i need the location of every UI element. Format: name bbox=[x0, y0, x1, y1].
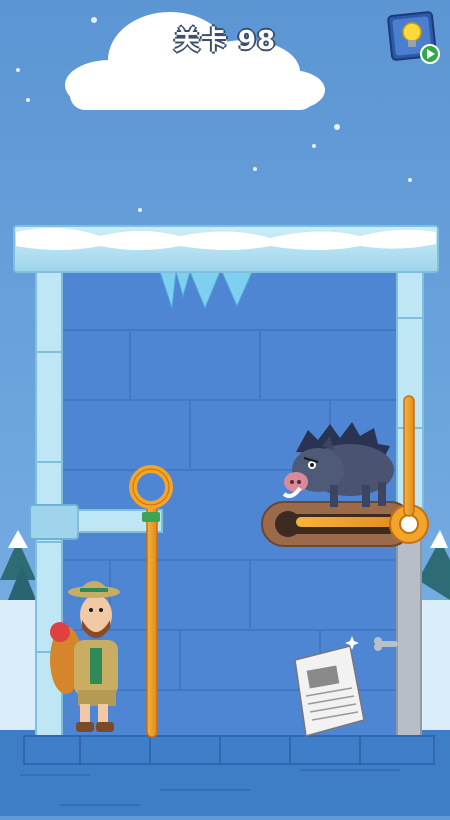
ice-ledge-block bbox=[29, 504, 79, 540]
chamber-floor bbox=[23, 735, 435, 765]
horizontal-pin-right[interactable] bbox=[261, 501, 429, 547]
hint-button[interactable] bbox=[386, 10, 442, 66]
vertical-pin-right[interactable] bbox=[403, 395, 415, 517]
right-stone-pillar bbox=[396, 539, 422, 737]
level-title: 关卡 98 bbox=[173, 26, 277, 56]
play-video-icon bbox=[420, 44, 440, 64]
game-scene bbox=[0, 0, 450, 816]
ice-roof bbox=[13, 225, 439, 273]
